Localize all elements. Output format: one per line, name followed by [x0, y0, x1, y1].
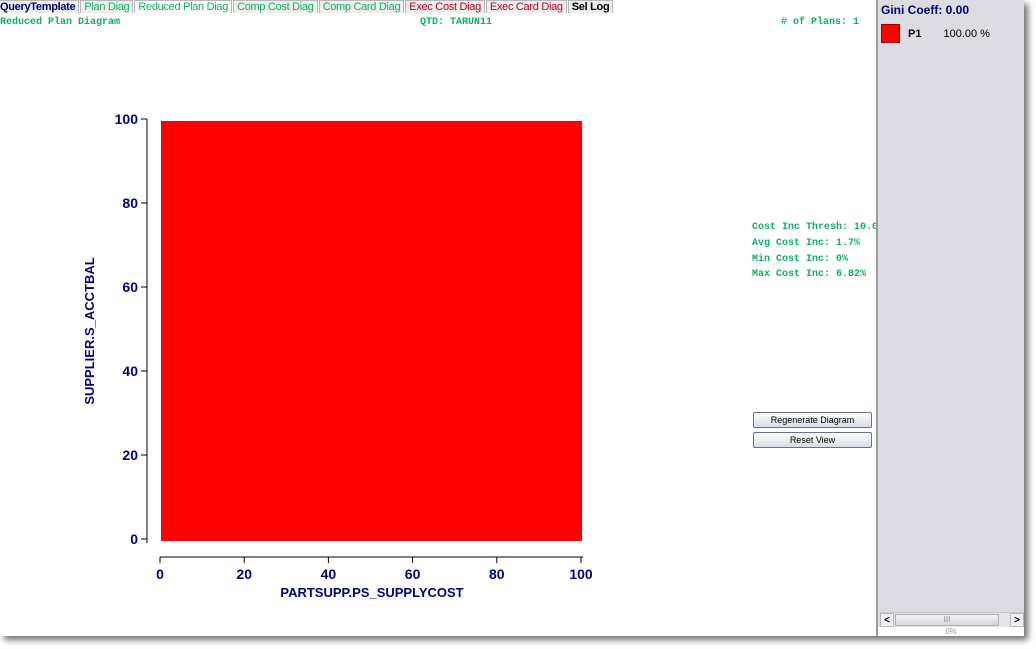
legend-swatch-p1: [881, 24, 900, 43]
reset-view-button[interactable]: Reset View: [753, 432, 872, 448]
num-plans-label: # of Plans: 1: [781, 17, 860, 28]
legend-item: P1 100.00 %: [881, 24, 990, 43]
x-tick-label: 40: [321, 566, 337, 582]
plan-diagram-chart[interactable]: 0 20 40 60 80 100 0 20 40 60 80 100 PARTSUPP.PS_SUPP…: [0, 0, 740, 610]
gini-coefficient: Gini Coeff: 0.00: [881, 3, 970, 17]
app-window: QueryTemplate Plan Diag Reduced Plan Diag C…: [0, 0, 1024, 636]
scroll-right-arrow-icon[interactable]: >: [1010, 613, 1024, 627]
scroll-thumb[interactable]: III: [895, 614, 999, 626]
legend-plan-label: P1: [908, 27, 922, 40]
scroll-track[interactable]: [1000, 613, 1010, 627]
y-tick-label: 20: [122, 447, 138, 463]
horizontal-scrollbar[interactable]: < III >: [880, 612, 1024, 627]
scroll-left-arrow-icon[interactable]: <: [880, 613, 894, 627]
legend-panel: Gini Coeff: 0.00 P1 100.00 % < III > 0%: [876, 0, 1024, 636]
y-axis-label: SUPPLIER.S_ACCTBAL: [82, 257, 97, 404]
x-tick-label: 80: [489, 566, 505, 582]
plan-region-p1: [161, 121, 582, 541]
x-axis-label: PARTSUPP.PS_SUPPLYCOST: [280, 585, 463, 600]
progress-label: 0%: [878, 627, 1024, 636]
y-tick-label: 40: [122, 363, 138, 379]
x-tick-label: 0: [156, 566, 164, 582]
regenerate-diagram-button[interactable]: Regenerate Diagram: [753, 412, 872, 428]
legend-plan-percent: 100.00 %: [943, 27, 990, 40]
cost-inc-thresh: Cost Inc Thresh: 10.0: [752, 222, 879, 233]
x-tick-label: 100: [569, 566, 593, 582]
x-tick-label: 20: [236, 566, 252, 582]
min-cost-inc: Min Cost Inc: 0%: [752, 254, 849, 265]
y-tick-label: 60: [122, 279, 138, 295]
y-tick-label: 80: [122, 195, 138, 211]
max-cost-inc: Max Cost Inc: 6.82%: [752, 269, 867, 280]
avg-cost-inc: Avg Cost Inc: 1.7%: [752, 238, 861, 249]
y-tick-label: 100: [115, 111, 139, 127]
y-tick-label: 0: [130, 531, 138, 547]
x-tick-label: 60: [405, 566, 421, 582]
